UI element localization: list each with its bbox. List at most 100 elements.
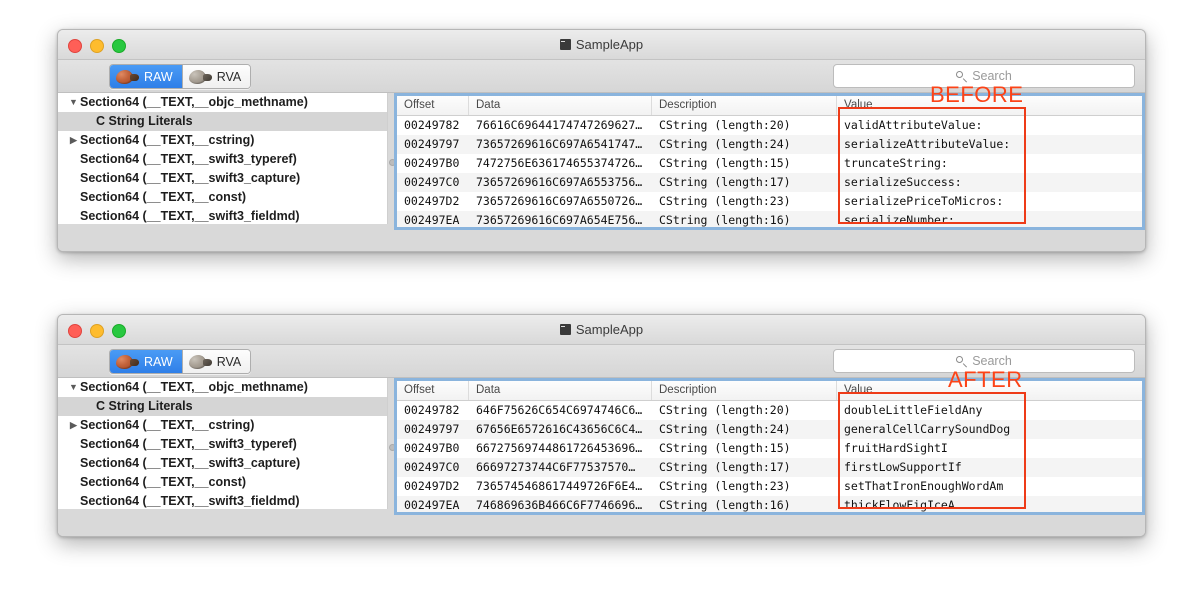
sidebar-item-label: Section64 (__TEXT,__swift3_fieldmd)	[80, 494, 300, 508]
sidebar-item-cstring[interactable]: ▶ Section64 (__TEXT,__cstring)	[58, 416, 387, 435]
sidebar-item-cstring[interactable]: ▶ Section64 (__TEXT,__cstring)	[58, 131, 387, 150]
segment-raw[interactable]: RAW	[110, 350, 182, 373]
sidebar-item-label: Section64 (__TEXT,__objc_methname)	[80, 95, 308, 109]
cell-offset: 002497D2	[404, 194, 460, 208]
sidebar-item-swift3-capture[interactable]: Section64 (__TEXT,__swift3_capture)	[58, 169, 387, 188]
column-header-offset[interactable]: Offset	[397, 381, 469, 400]
screenshot-stage: SampleApp RAW RVA Search ▼ Section64 (__…	[0, 0, 1200, 614]
window-bottom-strip-after	[58, 515, 1145, 536]
cell-data: 66697273744C6F77537570…	[476, 460, 636, 474]
app-window-icon	[559, 324, 571, 335]
sidebar-item-const[interactable]: Section64 (__TEXT,__const)	[58, 473, 387, 492]
cell-value: setThatIronEnoughWordAm	[844, 479, 1004, 493]
table-row[interactable]: 00249797 67656E6572616C43656C6C4… CStrin…	[397, 420, 1142, 439]
address-mode-segmented-control[interactable]: RAW RVA	[109, 349, 252, 374]
sidebar-item-swift3-typeref[interactable]: Section64 (__TEXT,__swift3_typeref)	[58, 150, 387, 169]
sidebar-item-label: Section64 (__TEXT,__swift3_typeref)	[80, 152, 297, 166]
sidebar-item-c-string-literals[interactable]: C String Literals	[58, 397, 387, 416]
cell-offset: 00249782	[404, 118, 460, 132]
strings-table-after[interactable]: Offset Data Description Value 00249782 6…	[394, 378, 1145, 515]
chevron-right-icon[interactable]: ▶	[69, 131, 78, 150]
sidebar-item-swift3-capture[interactable]: Section64 (__TEXT,__swift3_capture)	[58, 454, 387, 473]
cell-data: 646F75626C654C6974746C6…	[476, 403, 643, 417]
table-row[interactable]: 002497D2 7365745468617449726F6E4… CStrin…	[397, 477, 1142, 496]
sidebar-item-swift3-typeref[interactable]: Section64 (__TEXT,__swift3_typeref)	[58, 435, 387, 454]
table-row[interactable]: 002497B0 7472756E636174655374726… CStrin…	[397, 154, 1142, 173]
sidebar-item-label: C String Literals	[96, 114, 193, 128]
cell-data: 67656E6572616C43656C6C4…	[476, 422, 643, 436]
strings-table-before[interactable]: Offset Data Description Value 00249782 7…	[394, 93, 1145, 230]
column-header-data[interactable]: Data	[469, 381, 652, 400]
address-mode-segmented-control[interactable]: RAW RVA	[109, 64, 252, 89]
segment-raw-label: RAW	[144, 354, 173, 369]
search-input[interactable]: Search	[972, 69, 1012, 83]
cell-description: CString (length:24)	[659, 422, 791, 436]
table-row[interactable]: 00249797 73657269616C697A6541747… CStrin…	[397, 135, 1142, 154]
cell-description: CString (length:16)	[659, 213, 791, 227]
segment-rva[interactable]: RVA	[181, 65, 251, 88]
cell-data: 73657269616C697A654E756…	[476, 213, 643, 227]
titlebar-after[interactable]: SampleApp	[58, 315, 1145, 345]
section-tree-after[interactable]: ▼ Section64 (__TEXT,__objc_methname) C S…	[58, 378, 388, 509]
search-icon	[956, 355, 967, 367]
column-header-description[interactable]: Description	[652, 381, 837, 400]
sidebar-item-const[interactable]: Section64 (__TEXT,__const)	[58, 188, 387, 207]
cell-value: doubleLittleFieldAny	[844, 403, 983, 417]
table-row[interactable]: 002497C0 66697273744C6F77537570… CString…	[397, 458, 1142, 477]
sidebar-item-label: Section64 (__TEXT,__swift3_typeref)	[80, 437, 297, 451]
cell-description: CString (length:17)	[659, 460, 791, 474]
cell-data: 7365745468617449726F6E4…	[476, 479, 643, 493]
sidebar-item-label: Section64 (__TEXT,__cstring)	[80, 133, 255, 147]
table-row[interactable]: 00249782 646F75626C654C6974746C6… CStrin…	[397, 401, 1142, 420]
segment-raw[interactable]: RAW	[110, 65, 182, 88]
cell-offset: 002497D2	[404, 479, 460, 493]
segment-rva[interactable]: RVA	[181, 350, 251, 373]
cell-value: serializeSuccess:	[844, 175, 962, 189]
cell-value: thickFlowFigIceA	[844, 498, 955, 512]
table-row[interactable]: 002497B0 66727569744861726453696… CStrin…	[397, 439, 1142, 458]
sidebar-item-c-string-literals[interactable]: C String Literals	[58, 112, 387, 131]
sidebar-item-label: Section64 (__TEXT,__const)	[80, 475, 247, 489]
table-row[interactable]: 002497EA 73657269616C697A654E756… CStrin…	[397, 211, 1142, 227]
section-tree-before[interactable]: ▼ Section64 (__TEXT,__objc_methname) C S…	[58, 93, 388, 224]
segment-rva-label: RVA	[216, 69, 242, 84]
cell-offset: 002497C0	[404, 175, 460, 189]
cell-description: CString (length:20)	[659, 118, 791, 132]
sidebar-item-swift3-fieldmd[interactable]: Section64 (__TEXT,__swift3_fieldmd)	[58, 207, 387, 224]
table-row[interactable]: 002497EA 746869636B466C6F7746696… CStrin…	[397, 496, 1142, 512]
table-row[interactable]: 00249782 76616C69644174747269627… CStrin…	[397, 116, 1142, 135]
sidebar-item-label: Section64 (__TEXT,__swift3_capture)	[80, 171, 301, 185]
window-after[interactable]: SampleApp RAW RVA Search ▼ Section64 (__…	[57, 314, 1146, 537]
titlebar-before[interactable]: SampleApp	[58, 30, 1145, 60]
sidebar-item-objc-methname[interactable]: ▼ Section64 (__TEXT,__objc_methname)	[58, 93, 387, 112]
column-header-offset[interactable]: Offset	[397, 96, 469, 115]
sidebar-item-label: Section64 (__TEXT,__cstring)	[80, 418, 255, 432]
cell-description: CString (length:20)	[659, 403, 791, 417]
cell-offset: 002497B0	[404, 441, 460, 455]
column-header-data[interactable]: Data	[469, 96, 652, 115]
ham-icon	[188, 69, 212, 84]
cell-description: CString (length:24)	[659, 137, 791, 151]
cell-data: 73657269616C697A6550726…	[476, 194, 643, 208]
cell-value: serializeAttributeValue:	[844, 137, 1011, 151]
annotation-label-after: AFTER	[948, 367, 1023, 392]
cell-offset: 00249797	[404, 422, 460, 436]
cell-offset: 00249797	[404, 137, 460, 151]
cell-description: CString (length:23)	[659, 479, 791, 493]
cell-value: firstLowSupportIf	[844, 460, 962, 474]
table-row[interactable]: 002497D2 73657269616C697A6550726… CStrin…	[397, 192, 1142, 211]
column-header-description[interactable]: Description	[652, 96, 837, 115]
table-row[interactable]: 002497C0 73657269616C697A6553756… CStrin…	[397, 173, 1142, 192]
cell-data: 73657269616C697A6541747…	[476, 137, 643, 151]
chevron-down-icon[interactable]: ▼	[69, 93, 78, 112]
chevron-down-icon[interactable]: ▼	[69, 378, 78, 397]
sidebar-item-swift3-fieldmd[interactable]: Section64 (__TEXT,__swift3_fieldmd)	[58, 492, 387, 509]
table-header-row: Offset Data Description Value	[397, 96, 1142, 116]
cell-offset: 002497EA	[404, 498, 460, 512]
sidebar-item-objc-methname[interactable]: ▼ Section64 (__TEXT,__objc_methname)	[58, 378, 387, 397]
cell-data: 76616C69644174747269627…	[476, 118, 643, 132]
window-before[interactable]: SampleApp RAW RVA Search ▼ Section64 (__…	[57, 29, 1146, 252]
chevron-right-icon[interactable]: ▶	[69, 416, 78, 435]
sidebar-item-label: C String Literals	[96, 399, 193, 413]
search-input[interactable]: Search	[972, 354, 1012, 368]
